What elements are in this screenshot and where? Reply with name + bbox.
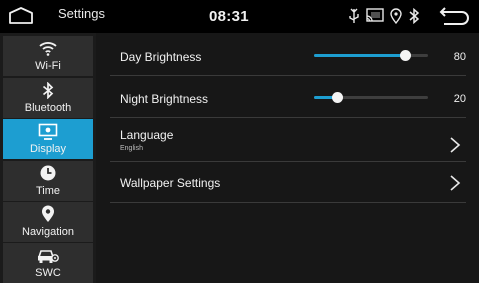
screen-mirror-icon <box>366 8 384 29</box>
location-icon <box>390 8 402 29</box>
sidebar-item-bluetooth[interactable]: Bluetooth <box>3 78 93 118</box>
day-brightness-value: 80 <box>453 51 466 63</box>
settings-title: Settings <box>58 6 105 21</box>
sidebar-item-label: Time <box>35 185 61 197</box>
sidebar-item-label: SWC <box>35 267 61 279</box>
wallpaper-settings-label: Wallpaper Settings <box>120 176 221 190</box>
steering-wheel-control-icon <box>3 246 93 264</box>
sidebar-item-swc[interactable]: SWC <box>3 243 93 283</box>
location-pin-icon <box>3 205 93 223</box>
back-button[interactable] <box>436 6 472 28</box>
sidebar: Wi-Fi Bluetooth Display Time Navigation … <box>0 33 96 283</box>
night-brightness-slider[interactable] <box>314 92 428 103</box>
day-brightness-slider-thumb[interactable] <box>400 50 411 61</box>
day-brightness-slider-fill <box>314 54 405 57</box>
display-settings-panel: Day Brightness 80 Night Brightness 20 La… <box>96 33 479 283</box>
language-row[interactable]: Language English <box>110 118 466 162</box>
wifi-icon <box>3 39 93 57</box>
day-brightness-slider[interactable] <box>314 50 428 61</box>
night-brightness-slider-thumb[interactable] <box>332 92 343 103</box>
sidebar-item-label: Bluetooth <box>24 102 72 114</box>
sidebar-item-label: Navigation <box>22 226 74 238</box>
chevron-right-icon <box>450 175 461 191</box>
sidebar-item-label: Wi-Fi <box>35 60 61 72</box>
night-brightness-label: Night Brightness <box>120 92 209 106</box>
sidebar-item-wifi[interactable]: Wi-Fi <box>3 36 93 76</box>
sidebar-item-time[interactable]: Time <box>3 161 93 201</box>
day-brightness-label: Day Brightness <box>120 50 202 64</box>
night-brightness-value: 20 <box>453 93 466 105</box>
sidebar-item-label: Display <box>29 143 67 155</box>
usb-icon <box>348 8 360 29</box>
chevron-right-icon <box>450 137 461 153</box>
day-brightness-row: Day Brightness 80 <box>110 33 466 76</box>
sidebar-item-display[interactable]: Display <box>3 119 93 159</box>
bluetooth-icon <box>3 81 93 99</box>
wallpaper-settings-row[interactable]: Wallpaper Settings <box>110 162 466 203</box>
night-brightness-row: Night Brightness 20 <box>110 76 466 118</box>
back-arrow-icon <box>439 7 469 25</box>
sidebar-item-navigation[interactable]: Navigation <box>3 202 93 242</box>
clock: 08:31 <box>209 8 249 25</box>
display-icon <box>3 122 93 140</box>
home-button[interactable]: Settings <box>2 5 122 29</box>
language-value: English <box>120 145 143 152</box>
language-label: Language <box>120 128 174 142</box>
bluetooth-icon <box>408 7 420 29</box>
status-bar: Settings 08:31 <box>0 0 479 33</box>
clock-icon <box>3 164 93 182</box>
home-icon <box>9 7 33 24</box>
